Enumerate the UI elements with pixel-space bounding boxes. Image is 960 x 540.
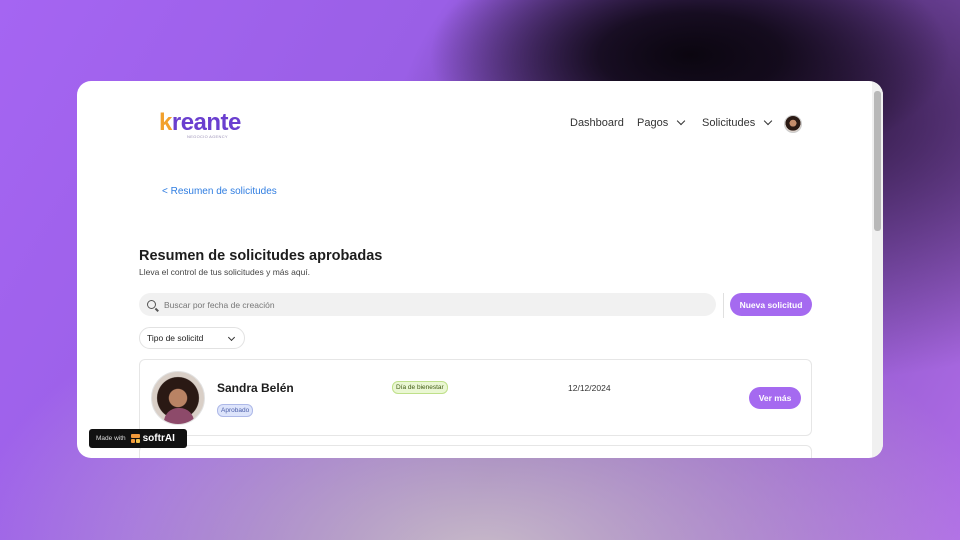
view-more-button[interactable]: Ver más (749, 387, 801, 409)
requester-name: Sandra Belén (217, 381, 294, 395)
new-request-button[interactable]: Nueva solicitud (730, 293, 812, 316)
softr-brand: softrAI (142, 433, 175, 444)
search-input[interactable]: Buscar por fecha de creación (139, 293, 716, 316)
scrollbar[interactable] (872, 81, 883, 458)
nav-solicitudes[interactable]: Solicitudes (702, 116, 773, 129)
request-type-badge: Día de bienestar (392, 381, 448, 394)
user-avatar[interactable] (784, 115, 802, 133)
logo-rest: reante (171, 109, 242, 136)
scrollbar-thumb[interactable] (874, 91, 881, 231)
divider (723, 293, 724, 318)
nav-solicitudes-label: Solicitudes (702, 117, 756, 129)
status-badge: Aprobado (217, 404, 254, 417)
nav-pagos-label: Pagos (637, 117, 669, 129)
softr-logo-icon (130, 434, 140, 443)
page-title: Resumen de solicitudes aprobadas (139, 248, 383, 264)
chevron-down-icon (227, 333, 236, 342)
made-with-label: Made with (96, 435, 126, 442)
chevron-down-icon (763, 116, 773, 126)
request-type-select-value: Tipo de solicitd (147, 333, 204, 343)
search-placeholder: Buscar por fecha de creación (164, 299, 275, 310)
request-card: Sandra Belén Aprobado Día de bienestar 1… (139, 359, 812, 436)
search-icon (147, 300, 156, 309)
nav-pagos[interactable]: Pagos (637, 116, 686, 129)
avatar (151, 371, 205, 425)
request-card (139, 445, 812, 458)
chevron-down-icon (676, 116, 686, 126)
made-with-softr-badge[interactable]: Made with softrAI (89, 429, 187, 448)
kreante-logo[interactable]: kreante NEGOCIO AGENCY (159, 109, 242, 139)
page-subtitle: Lleva el control de tus solicitudes y má… (139, 267, 311, 277)
request-date: 12/12/2024 (568, 383, 611, 393)
back-link[interactable]: < Resumen de solicitudes (162, 186, 277, 197)
logo-k: k (159, 109, 172, 136)
request-type-select[interactable]: Tipo de solicitd (139, 327, 245, 349)
app-window: kreante NEGOCIO AGENCY Dashboard Pagos S… (77, 81, 883, 458)
logo-tagline: NEGOCIO AGENCY (187, 134, 228, 139)
nav-dashboard-label: Dashboard (570, 117, 624, 129)
nav-dashboard[interactable]: Dashboard (570, 117, 624, 129)
